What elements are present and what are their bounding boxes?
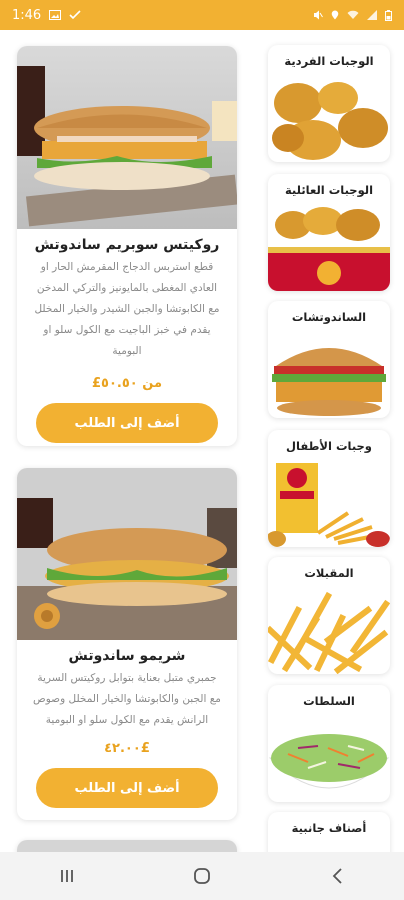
back-button[interactable]: [317, 861, 357, 891]
category-item-salads[interactable]: السلطات: [268, 685, 390, 802]
battery-icon: [385, 9, 392, 21]
location-icon: [331, 10, 339, 20]
product-image: [17, 468, 237, 640]
kids-meal-image: [268, 463, 390, 547]
category-label: الوجبات العائلية: [284, 183, 374, 197]
product-description: جمبري متبل بعناية بتوابل روكيتس السرية م…: [33, 672, 221, 726]
category-item-individual-meals[interactable]: الوجبات الفردية: [268, 45, 390, 162]
product-price: £٤٢.٠٠: [104, 741, 150, 756]
product-price: من ٥٠.٥٠£: [91, 376, 162, 391]
fries-image: [268, 591, 390, 674]
product-image: [17, 46, 237, 229]
category-item-appetizers[interactable]: المقبلات: [268, 557, 390, 674]
menu-content[interactable]: روكيتس سوبريم ساندوتش قطع استربس الدجاج …: [0, 30, 404, 852]
category-label: الوجبات الفردية: [284, 54, 374, 68]
category-item-family-meals[interactable]: الوجبات العائلية: [268, 174, 390, 291]
category-label: الساندوتشات: [291, 310, 367, 324]
image-icon: [49, 10, 62, 20]
burger-image: [272, 348, 386, 416]
product-card[interactable]: شريمو ساندوتش جمبري متبل بعناية بتوابل ر…: [17, 468, 237, 820]
product-card[interactable]: [17, 840, 237, 852]
category-label: وجبات الأطفال: [286, 439, 372, 453]
home-icon: [194, 868, 210, 884]
category-item-side-items[interactable]: أصناف جانبية: [268, 812, 390, 852]
back-icon: [332, 868, 342, 884]
recent-apps-button[interactable]: [47, 861, 87, 891]
category-item-kids-meals[interactable]: وجبات الأطفال: [268, 430, 390, 547]
signal-icon: [367, 10, 377, 20]
salad-image: [268, 734, 390, 789]
system-nav-bar: [0, 852, 404, 900]
check-icon: [69, 10, 81, 20]
add-to-order-button[interactable]: أضف إلى الطلب: [36, 403, 218, 443]
fried-chicken-image: [272, 82, 388, 160]
chicken-bucket-image: [268, 207, 390, 291]
wifi-icon: [347, 10, 359, 19]
status-time: 1:46: [12, 7, 42, 23]
product-title: شريمو ساندوتش: [68, 648, 186, 664]
category-label: السلطات: [303, 694, 355, 708]
home-button[interactable]: [182, 861, 222, 891]
mute-icon: [314, 10, 323, 20]
status-bar: 1:46: [0, 0, 404, 30]
category-item-sandwiches[interactable]: الساندوتشات: [268, 301, 390, 418]
product-image: [17, 840, 237, 852]
product-card[interactable]: روكيتس سوبريم ساندوتش قطع استربس الدجاج …: [17, 46, 237, 446]
product-title: روكيتس سوبريم ساندوتش: [34, 237, 220, 253]
recent-apps-icon: [61, 870, 74, 882]
add-to-order-button[interactable]: أضف إلى الطلب: [36, 768, 218, 808]
product-description: قطع استربس الدجاج المقرمش الحار او العاد…: [34, 261, 220, 357]
category-label: المقبلات: [304, 566, 354, 580]
category-label: أصناف جانبية: [291, 821, 367, 835]
